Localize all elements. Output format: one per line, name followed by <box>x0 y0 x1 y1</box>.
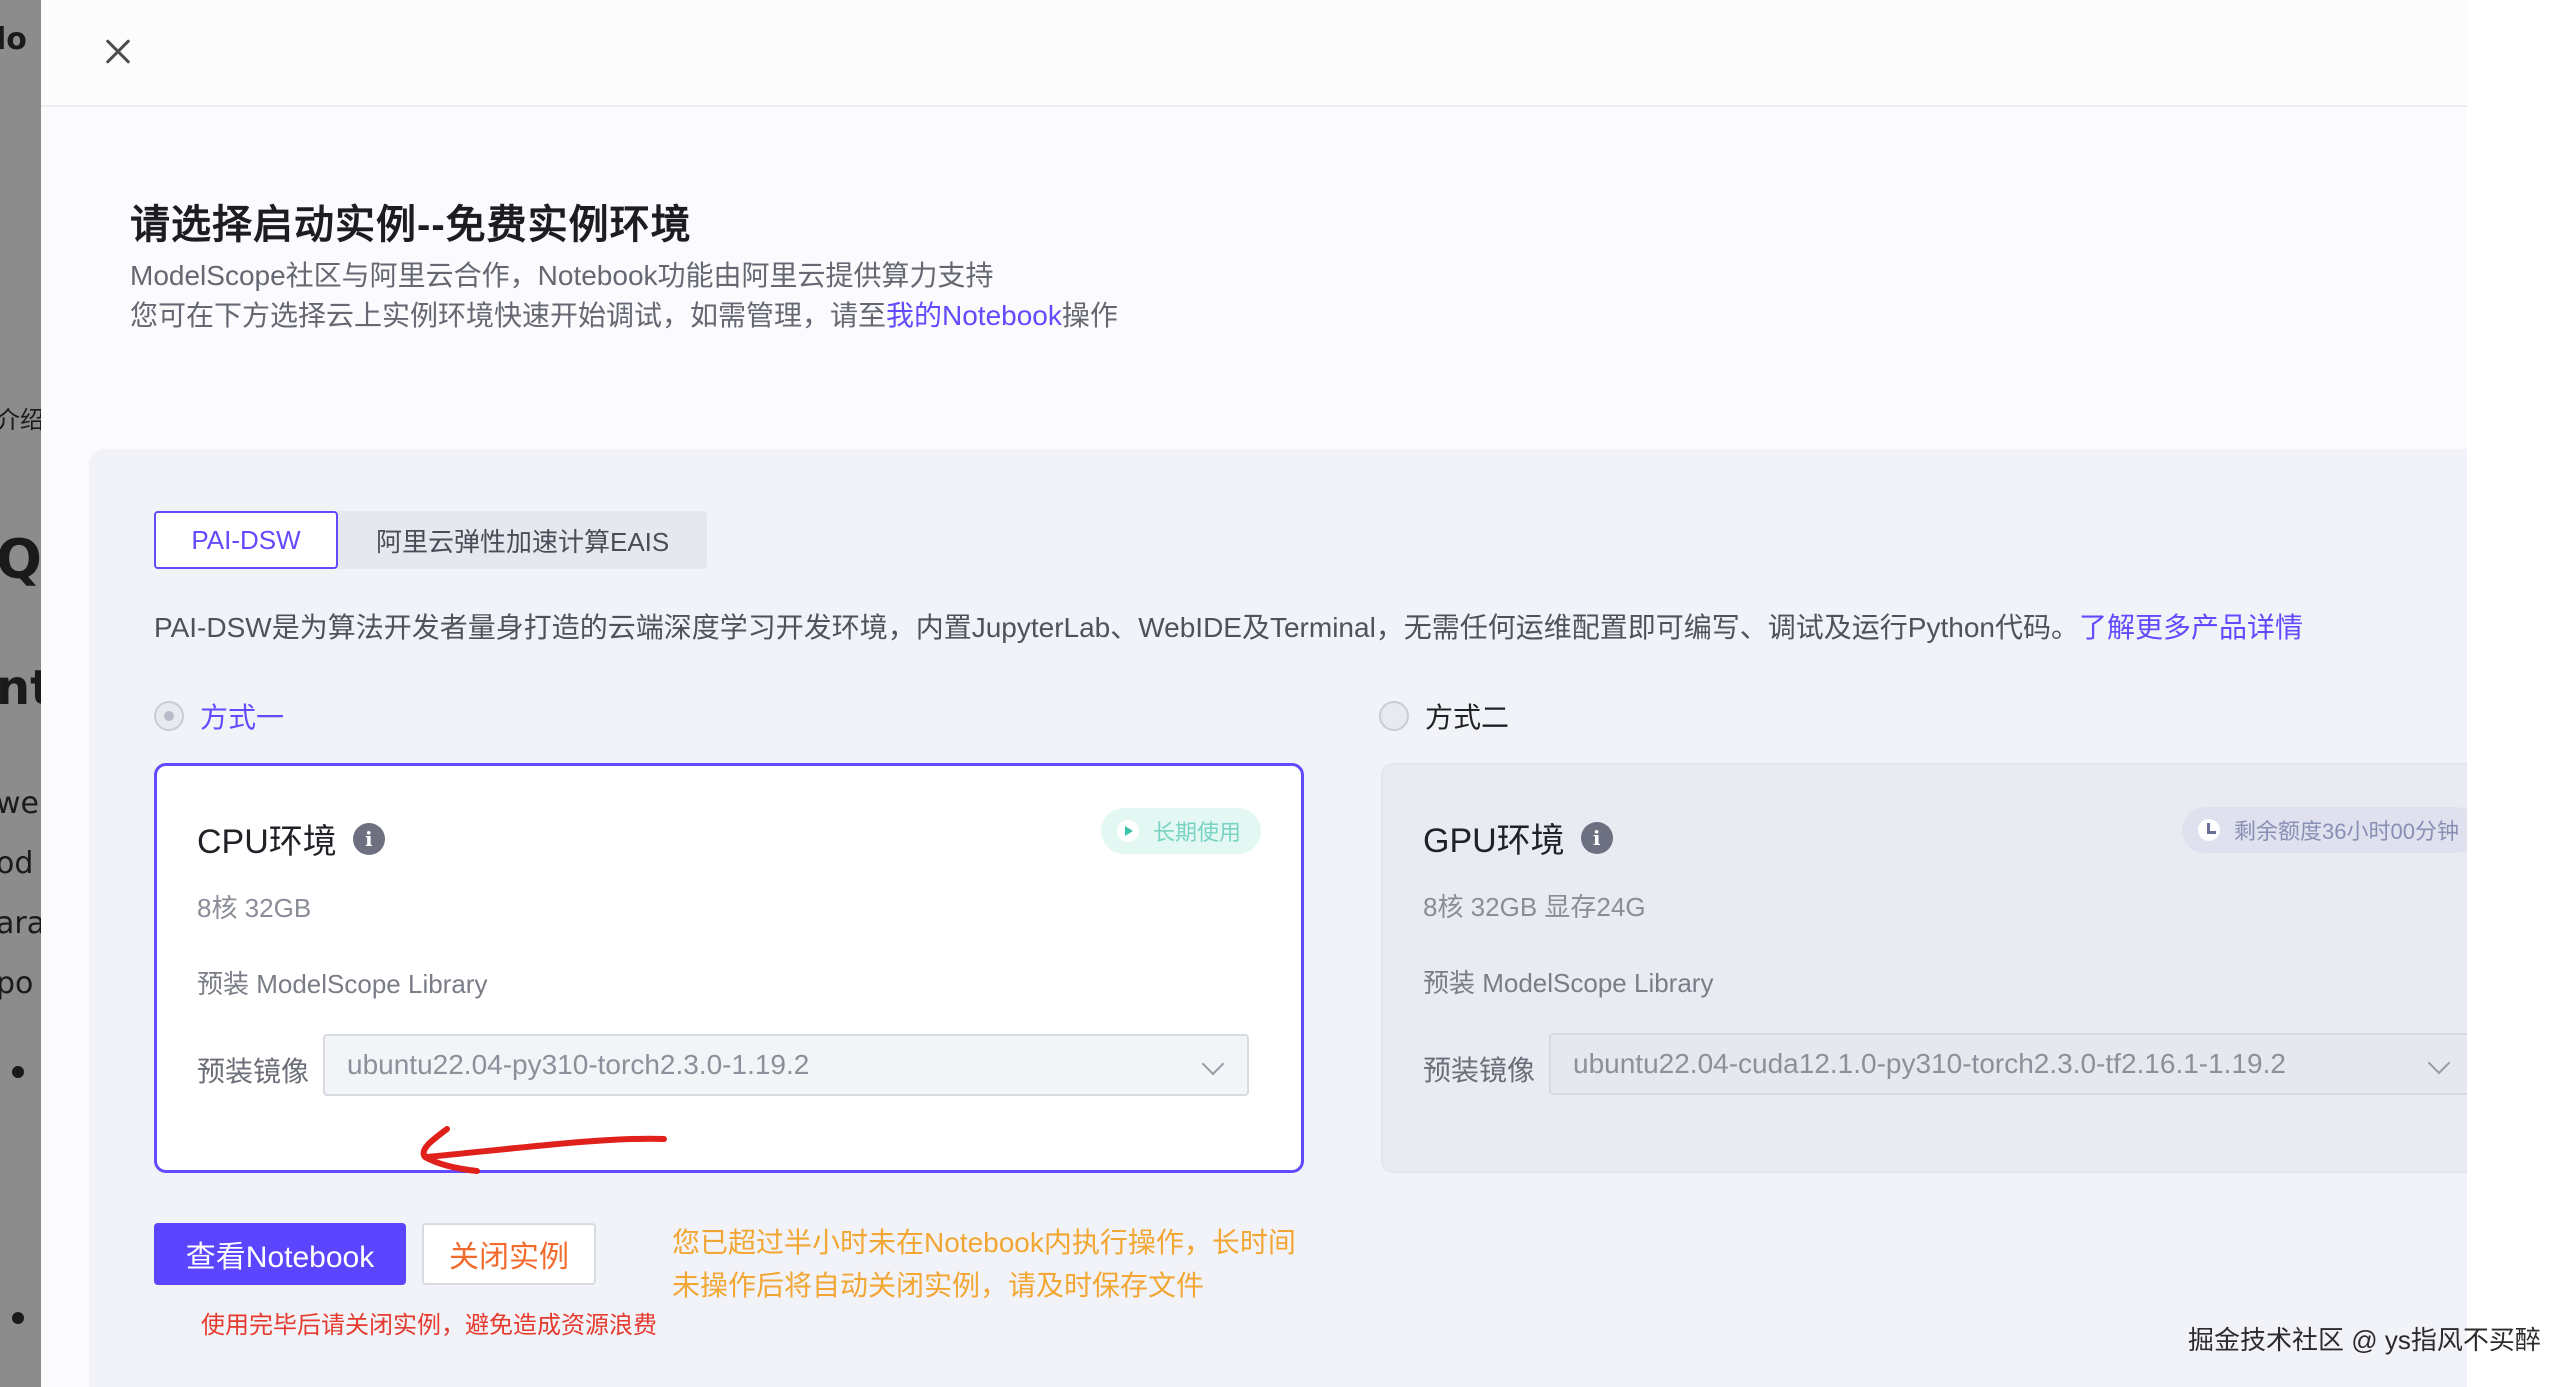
annotation-arrow <box>420 1126 667 1174</box>
cpu-library: 预装 ModelScope Library <box>197 969 488 999</box>
bg-fragment: lo <box>0 22 27 57</box>
gpu-env-title: GPU环境 i <box>1423 813 1613 862</box>
option-one-radio[interactable]: 方式一 <box>154 696 284 736</box>
background-page-right <box>2467 0 2558 1387</box>
view-notebook-button[interactable]: 查看Notebook <box>154 1223 406 1285</box>
cpu-image-select[interactable]: ubuntu22.04-py310-torch2.3.0-1.19.2 <box>323 1034 1249 1096</box>
clock-icon <box>2198 819 2221 841</box>
bg-fragment: Qw <box>0 528 41 591</box>
cpu-env-title-text: CPU环境 <box>197 823 337 861</box>
bullet-dot <box>12 1066 24 1078</box>
gpu-env-title-text: GPU环境 <box>1423 822 1565 860</box>
drawer-header <box>41 0 2467 107</box>
radio-unchecked-icon <box>1379 701 1409 731</box>
cpu-environment-card[interactable]: CPU环境 i 长期使用 8核 32GB 预装 ModelScope Libra… <box>154 763 1304 1173</box>
my-notebook-link[interactable]: 我的Notebook <box>886 300 1062 331</box>
quota-badge-label: 剩余额度36小时00分钟 <box>2234 819 2459 844</box>
background-page: lo ⋮ 介绍 Qw nt we od ara po <box>0 0 41 1387</box>
bg-fragment: 介绍 <box>0 406 41 434</box>
long-term-badge: 长期使用 <box>1100 808 1261 854</box>
product-description: PAI-DSW是为算法开发者量身打造的云端深度学习开发环境，内置JupyterL… <box>154 606 2303 646</box>
gpu-environment-card[interactable]: GPU环境 i 剩余额度36小时00分钟 8核 32GB 显存24G 预装 Mo… <box>1381 763 2467 1173</box>
bullet-dot <box>12 1312 24 1324</box>
info-icon[interactable]: i <box>352 822 385 855</box>
gpu-image-label: 预装镜像 <box>1423 1055 1536 1086</box>
bg-fragment: we <box>0 786 39 821</box>
info-icon[interactable]: i <box>1580 821 1613 854</box>
subtitle-prefix: 您可在下方选择云上实例环境快速开始调试，如需管理，请至 <box>130 300 887 331</box>
subtitle-line-2: 您可在下方选择云上实例环境快速开始调试，如需管理，请至我的Notebook操作 <box>130 294 1118 334</box>
gpu-library: 预装 ModelScope Library <box>1423 968 1714 998</box>
description-text: PAI-DSW是为算法开发者量身打造的云端深度学习开发环境，内置JupyterL… <box>154 612 2079 643</box>
platform-tabs: PAI-DSW 阿里云弹性加速计算EAIS <box>154 511 708 569</box>
cpu-image-label: 预装镜像 <box>197 1056 310 1087</box>
page-title: 请选择启动实例--免费实例环境 <box>130 203 692 247</box>
close-hint: 使用完毕后请关闭实例，避免造成资源浪费 <box>201 1312 657 1339</box>
cpu-spec: 8核 32GB <box>197 893 312 923</box>
bg-fragment: ⋮ <box>28 140 41 175</box>
chevron-down-icon <box>2427 1051 2451 1075</box>
option-two-radio[interactable]: 方式二 <box>1379 696 1509 736</box>
gpu-image-select[interactable]: ubuntu22.04-cuda12.1.0-py310-torch2.3.0-… <box>1549 1033 2467 1095</box>
tab-pai-dsw[interactable]: PAI-DSW <box>154 511 338 569</box>
gpu-image-value: ubuntu22.04-cuda12.1.0-py310-torch2.3.0-… <box>1573 1048 2286 1079</box>
chevron-down-icon <box>1201 1052 1225 1076</box>
play-icon <box>1116 820 1139 842</box>
option-two-label: 方式二 <box>1425 702 1510 733</box>
radio-checked-icon <box>154 701 184 731</box>
bg-fragment: nt <box>0 660 41 716</box>
idle-warning: 您已超过半小时未在Notebook内执行操作，长时间未操作后将自动关闭实例，请及… <box>672 1227 1296 1301</box>
subtitle-suffix: 操作 <box>1061 300 1118 331</box>
long-term-badge-label: 长期使用 <box>1152 820 1241 845</box>
subtitle-line-1: ModelScope社区与阿里云合作，Notebook功能由阿里云提供算力支持 <box>130 260 994 291</box>
quota-badge: 剩余额度36小时00分钟 <box>2182 807 2467 853</box>
environment-card: PAI-DSW 阿里云弹性加速计算EAIS PAI-DSW是为算法开发者量身打造… <box>89 449 2467 1387</box>
instance-drawer: 请选择启动实例--免费实例环境 ModelScope社区与阿里云合作，Noteb… <box>41 0 2467 1387</box>
bg-fragment: od <box>0 846 34 881</box>
gpu-spec: 8核 32GB 显存24G <box>1423 892 1646 922</box>
learn-more-link[interactable]: 了解更多产品详情 <box>2079 612 2303 643</box>
close-icon[interactable] <box>95 28 141 74</box>
cpu-env-title: CPU环境 i <box>197 814 385 863</box>
cpu-image-value: ubuntu22.04-py310-torch2.3.0-1.19.2 <box>347 1049 810 1080</box>
watermark: 掘金技术社区 @ ys指风不买醉 <box>2188 1325 2541 1355</box>
option-one-label: 方式一 <box>200 702 285 733</box>
tab-eais[interactable]: 阿里云弹性加速计算EAIS <box>338 511 707 569</box>
bg-fragment: ara <box>0 906 41 941</box>
close-instance-button[interactable]: 关闭实例 <box>422 1223 596 1285</box>
bg-fragment: po <box>0 966 34 1001</box>
